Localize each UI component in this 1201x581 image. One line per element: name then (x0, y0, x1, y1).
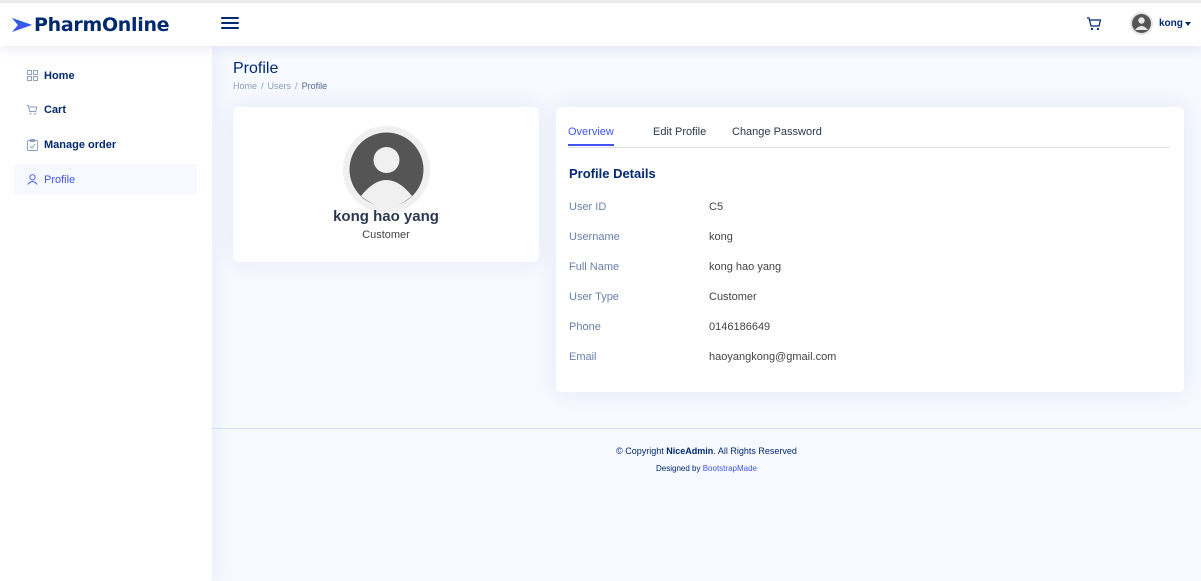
sidebar-item-manage-order[interactable]: Manage order (14, 129, 197, 160)
hamburger-menu-icon[interactable] (221, 14, 239, 32)
breadcrumb-home[interactable]: Home (233, 81, 257, 91)
profile-details-card: Overview Edit Profile Change Password Pr… (556, 107, 1184, 392)
breadcrumb-separator: / (261, 81, 264, 91)
sidebar-item-cart[interactable]: Cart (14, 94, 197, 125)
copyright-prefix: © Copyright (616, 446, 664, 456)
footer: © Copyright NiceAdmin. All Rights Reserv… (212, 428, 1201, 581)
detail-label: Full Name (569, 261, 620, 273)
detail-value: C5 (709, 201, 724, 213)
detail-value: 0146186649 (709, 321, 771, 333)
user-avatar-icon (1130, 12, 1153, 35)
detail-value: haoyangkong@gmail.com (709, 351, 837, 363)
designed-by-text: Designed by BootstrapMade (212, 464, 1201, 473)
breadcrumb-users[interactable]: Users (268, 81, 292, 91)
detail-label: Username (569, 231, 620, 243)
breadcrumb-current: Profile (301, 81, 328, 91)
bootstrapmade-link[interactable]: BootstrapMade (703, 464, 757, 473)
sidebar-item-label: Profile (44, 173, 76, 186)
sidebar-item-label: Cart (44, 103, 67, 116)
page-title: Profile (233, 60, 279, 77)
logo-arrow-icon (12, 17, 32, 33)
section-title: Profile Details (569, 166, 656, 181)
sidebar: Home Cart Manage order Profile (0, 46, 212, 581)
user-menu[interactable]: kong (1130, 12, 1191, 35)
person-icon (26, 174, 38, 186)
user-avatar-icon (343, 126, 430, 213)
caret-down-icon (1184, 21, 1191, 26)
breadcrumb: Home / Users / Profile (233, 81, 327, 91)
logo[interactable]: PharmOnline (12, 14, 170, 36)
tab-change-password[interactable]: Change Password (732, 126, 822, 144)
sidebar-item-home[interactable]: Home (14, 60, 197, 91)
cart-icon (26, 104, 38, 116)
detail-label: Email (569, 351, 597, 363)
clipboard-icon (26, 138, 38, 151)
tab-overview[interactable]: Overview (568, 126, 614, 146)
sidebar-item-profile[interactable]: Profile (14, 164, 197, 195)
detail-value: kong hao yang (709, 261, 782, 273)
user-name: kong (1159, 18, 1183, 29)
profile-role: Customer (362, 229, 410, 241)
breadcrumb-separator: / (295, 81, 298, 91)
copyright-brand: NiceAdmin (666, 446, 714, 456)
sidebar-item-label: Manage order (44, 138, 117, 151)
detail-label: User ID (569, 201, 607, 213)
cart-icon[interactable] (1086, 16, 1106, 36)
detail-label: User Type (569, 291, 619, 303)
copyright-suffix: . All Rights Reserved (713, 446, 797, 456)
detail-value: Customer (709, 291, 757, 303)
sidebar-item-label: Home (44, 69, 75, 82)
copyright-text: © Copyright NiceAdmin. All Rights Reserv… (212, 446, 1201, 456)
detail-value: kong (709, 231, 733, 243)
profile-card: kong hao yang Customer (233, 107, 539, 262)
tab-edit-profile[interactable]: Edit Profile (653, 126, 706, 144)
grid-icon (26, 70, 38, 82)
detail-label: Phone (569, 321, 601, 333)
designed-prefix: Designed by (656, 464, 701, 473)
logo-text: PharmOnline (34, 14, 170, 36)
top-header: PharmOnline kong (0, 0, 1201, 46)
profile-name: kong hao yang (333, 208, 439, 225)
profile-tabs: Overview Edit Profile Change Password (568, 123, 1170, 148)
